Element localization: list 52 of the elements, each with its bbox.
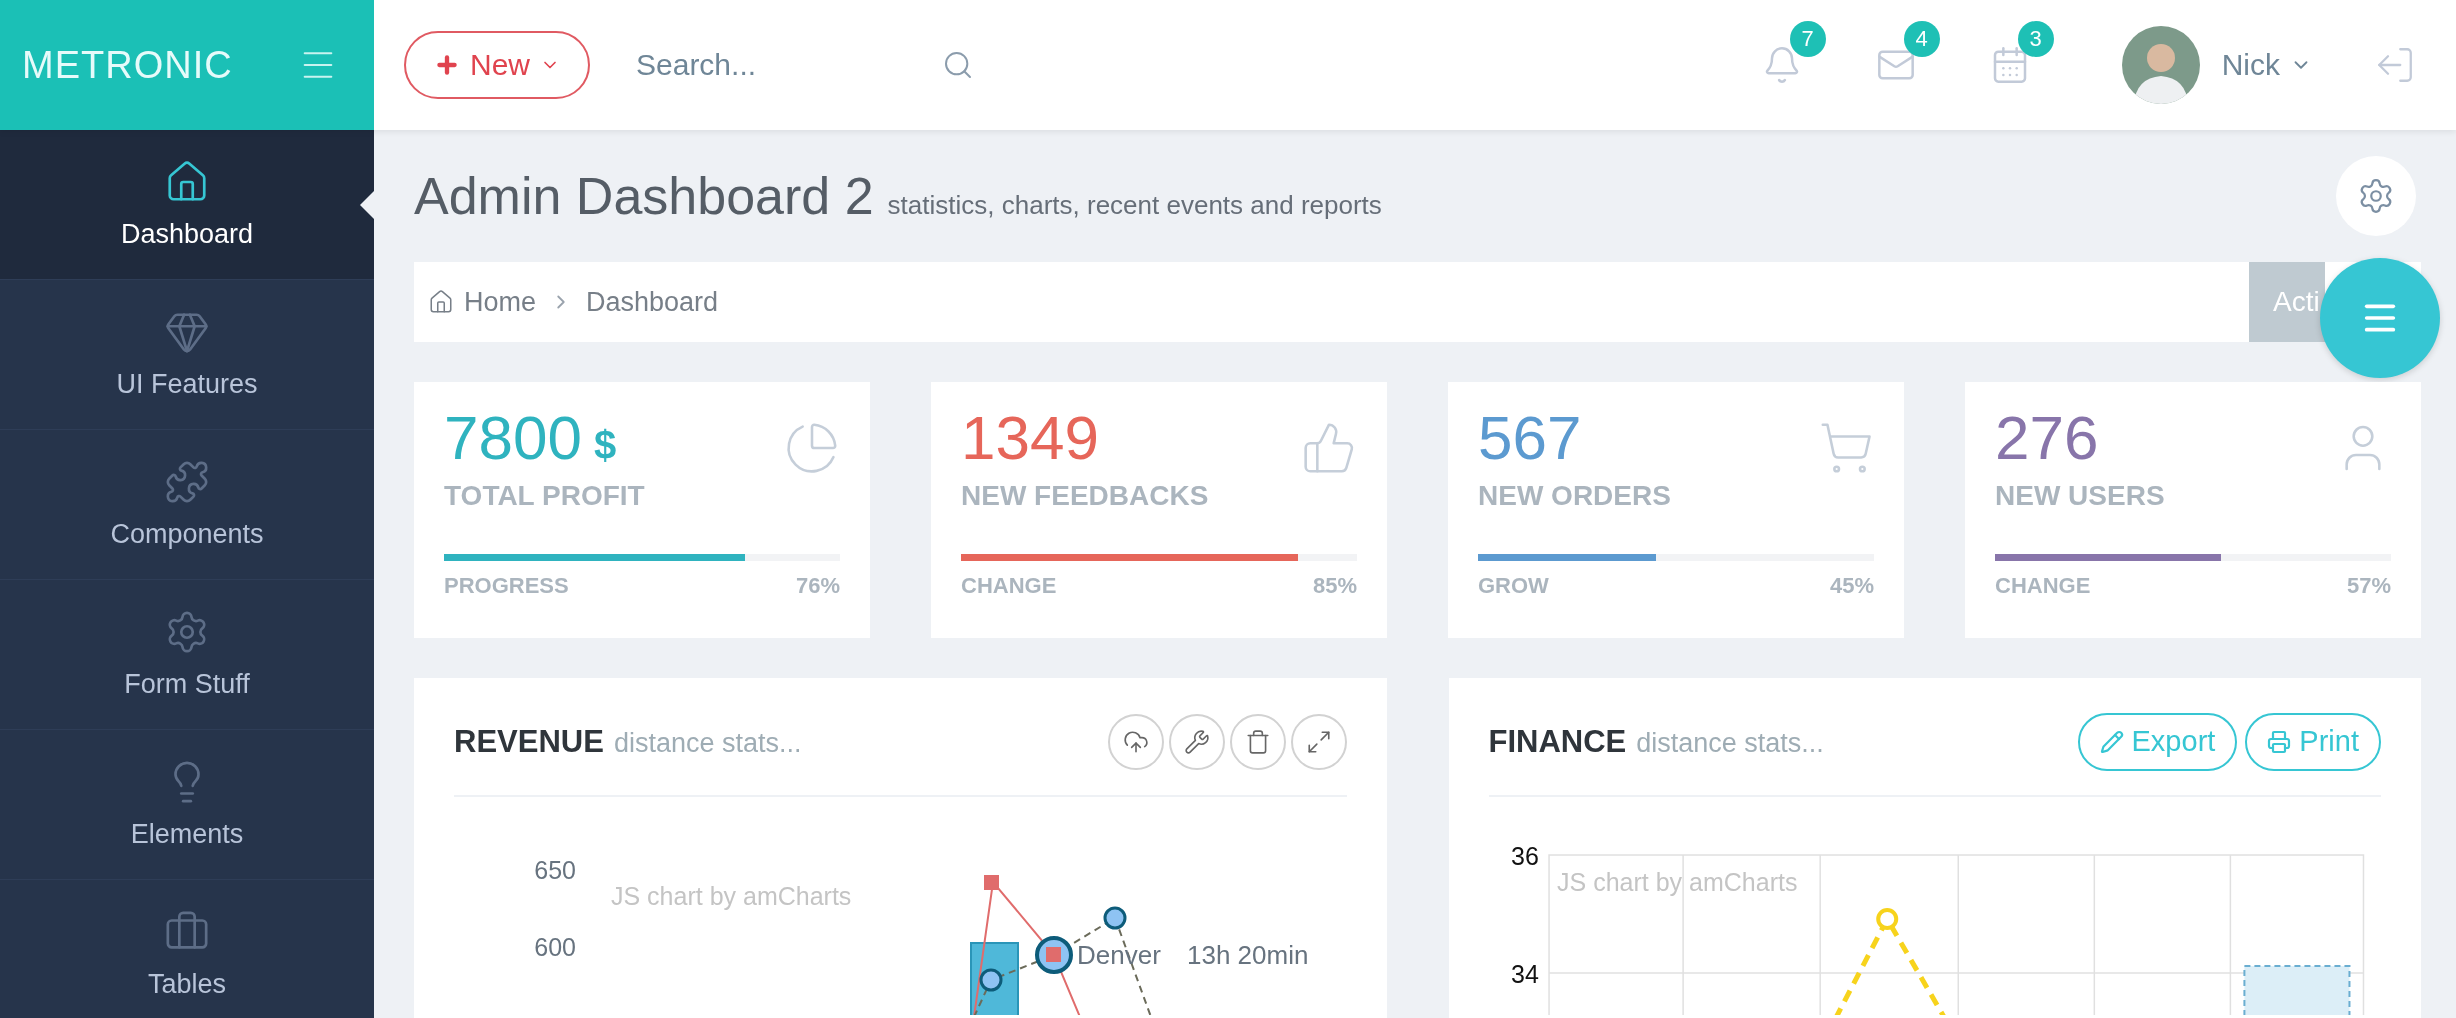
stat-value: 7800 $ <box>444 402 617 474</box>
chart-point <box>1875 908 1898 931</box>
progress-label: CHANGE <box>1995 573 2091 599</box>
logo: METRONIC <box>22 43 233 87</box>
stat-label: NEW ORDERS <box>1478 480 1672 512</box>
chart-label: Denver <box>1077 940 1161 970</box>
new-button[interactable]: New <box>404 31 590 99</box>
stat-label: NEW FEEDBACKS <box>961 480 1210 512</box>
chart-point <box>984 875 999 890</box>
sidebar-item[interactable]: Dashboard <box>0 130 374 280</box>
wrench-icon <box>1183 728 1210 755</box>
panel-title: FINANCE distance stats... <box>1488 723 1824 760</box>
chart-credit: JS chart by amCharts <box>611 882 852 910</box>
expand-icon <box>1305 728 1332 755</box>
pencil-icon <box>2099 729 2124 754</box>
count-badge: 4 <box>1903 21 1940 57</box>
stat-label: NEW USERS <box>1995 480 2166 512</box>
breadcrumb-link[interactable]: Home <box>428 286 537 318</box>
stat-value: 1349 <box>961 402 1099 474</box>
trash-icon <box>1244 728 1271 755</box>
y-tick-label: 650 <box>534 856 576 884</box>
y-tick-label: 600 <box>534 933 576 961</box>
chart-point <box>1103 906 1127 930</box>
y-tick-label: 34 <box>1510 960 1539 989</box>
progress-value: 85% <box>1312 573 1357 599</box>
chart-label: 13h 20min <box>1187 940 1309 970</box>
search-field[interactable]: Search... <box>634 47 898 83</box>
stat-value: 276 <box>1995 402 2099 474</box>
search-icon[interactable] <box>942 49 974 81</box>
puzzle-icon <box>164 459 210 505</box>
progress-label: GROW <box>1478 573 1549 599</box>
progress-value: 76% <box>795 573 840 599</box>
plus-icon <box>434 52 460 78</box>
y-tick-label: 36 <box>1510 842 1539 871</box>
active-pointer <box>360 190 374 219</box>
chart-credit: JS chart by amCharts <box>1556 868 1797 897</box>
cloud-upload-icon <box>1122 728 1149 755</box>
count-badge: 7 <box>1789 21 1826 57</box>
page-title: Admin Dashboard 2 statistics, charts, recent events and reports <box>414 166 1382 226</box>
home-icon <box>428 289 454 315</box>
stat-label: TOTAL PROFIT <box>444 480 646 512</box>
printer-icon <box>2267 729 2292 754</box>
progress-label: PROGRESS <box>444 573 569 599</box>
progress-value: 57% <box>2346 573 2391 599</box>
progress-value: 45% <box>1829 573 1874 599</box>
progress-label: CHANGE <box>961 573 1057 599</box>
breadcrumb-link[interactable]: Dashboard <box>586 286 719 318</box>
chart-point <box>979 968 1003 992</box>
panel-title: REVENUE distance stats... <box>454 723 802 760</box>
user-menu[interactable]: Nick <box>2215 47 2318 83</box>
stat-value: 567 <box>1478 402 1582 474</box>
count-badge: 3 <box>2017 21 2054 57</box>
